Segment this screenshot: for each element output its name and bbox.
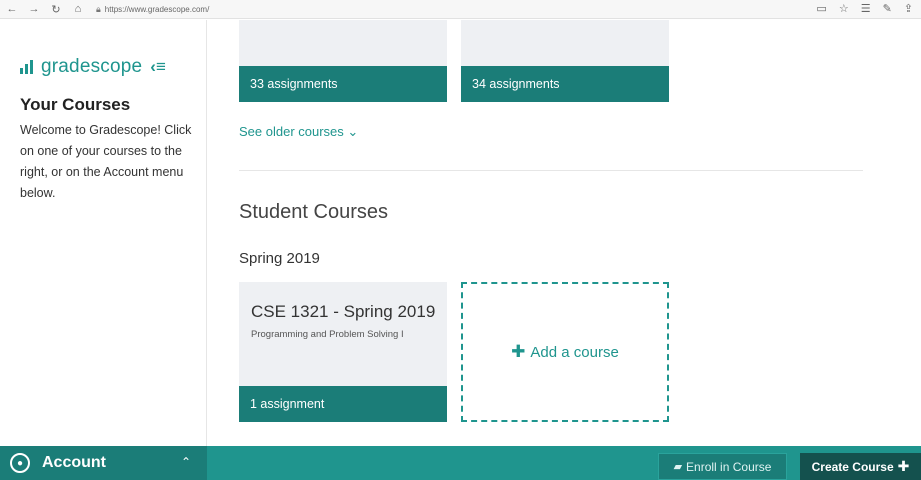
- course-card[interactable]: 33 assignments: [239, 20, 447, 102]
- course-card[interactable]: 34 assignments: [461, 20, 669, 102]
- user-avatar-icon: ●: [10, 453, 30, 473]
- lock-icon: 🔒︎: [96, 3, 101, 14]
- chevron-down-icon: ⌄: [347, 124, 359, 139]
- chevron-up-icon: ⌃: [180, 455, 191, 469]
- share-icon[interactable]: ⇪: [904, 2, 913, 15]
- address-bar[interactable]: 🔒︎ https://www.gradescope.com/: [96, 2, 856, 17]
- account-label: Account: [42, 454, 106, 471]
- course-card-footer: 1 assignment: [239, 386, 447, 422]
- logo-bars-icon: [20, 60, 33, 74]
- collapse-sidebar-icon[interactable]: ‹≡: [150, 57, 166, 77]
- plus-icon: ✚: [511, 342, 526, 361]
- browser-actions: ▭ ☆ ☰ ✎ ⇪: [816, 2, 913, 15]
- reader-icon[interactable]: ▭: [816, 2, 826, 15]
- browser-nav: ← → ↻ ⌂: [6, 3, 84, 16]
- url-text: https://www.gradescope.com/: [104, 4, 210, 14]
- course-subtitle: Programming and Problem Solving I: [251, 329, 404, 340]
- add-course-button[interactable]: ✚ Add a course: [461, 282, 669, 422]
- create-label: Create Course: [811, 459, 894, 474]
- term-heading: Spring 2019: [239, 250, 320, 267]
- gradescope-logo[interactable]: gradescope ‹≡: [20, 56, 166, 78]
- reload-icon[interactable]: ↻: [50, 3, 62, 16]
- favorites-icon[interactable]: ☰: [861, 2, 871, 15]
- sidebar-title: Your Courses: [20, 95, 131, 114]
- browser-toolbar: ← → ↻ ⌂ 🔒︎ https://www.gradescope.com/ ▭…: [0, 0, 921, 19]
- bottom-bar: ● Account ⌃ ▰ Enroll in Course Create Co…: [0, 446, 921, 480]
- logo-text: gradescope: [41, 56, 143, 77]
- course-card-footer: 33 assignments: [239, 66, 447, 102]
- enroll-in-course-button[interactable]: ▰ Enroll in Course: [658, 453, 787, 480]
- section-divider: [239, 170, 863, 171]
- create-course-button[interactable]: Create Course ✚: [800, 453, 921, 480]
- home-icon[interactable]: ⌂: [72, 3, 84, 15]
- course-card-cse1321[interactable]: CSE 1321 - Spring 2019 Programming and P…: [239, 282, 447, 422]
- course-card-footer: 34 assignments: [461, 66, 669, 102]
- enroll-label: Enroll in Course: [686, 459, 772, 474]
- back-arrow-icon[interactable]: ←: [6, 3, 18, 15]
- sidebar: gradescope ‹≡ Your Courses Welcome to Gr…: [0, 20, 207, 446]
- student-courses-heading: Student Courses: [239, 201, 388, 223]
- account-menu-button[interactable]: ● Account ⌃: [0, 446, 207, 480]
- see-older-courses-link[interactable]: See older courses ⌄: [239, 124, 358, 140]
- add-course-label: Add a course: [530, 343, 619, 361]
- pen-icon[interactable]: ✎: [883, 2, 892, 15]
- sidebar-welcome-text: Welcome to Gradescope! Click on one of y…: [20, 123, 192, 200]
- book-icon: ▰: [673, 461, 683, 473]
- favorite-star-icon[interactable]: ☆: [839, 2, 849, 15]
- plus-icon: ✚: [897, 458, 910, 474]
- main-content: 33 assignments 34 assignments See older …: [208, 20, 921, 446]
- forward-arrow-icon[interactable]: →: [28, 3, 40, 15]
- course-title: CSE 1321 - Spring 2019: [251, 302, 436, 321]
